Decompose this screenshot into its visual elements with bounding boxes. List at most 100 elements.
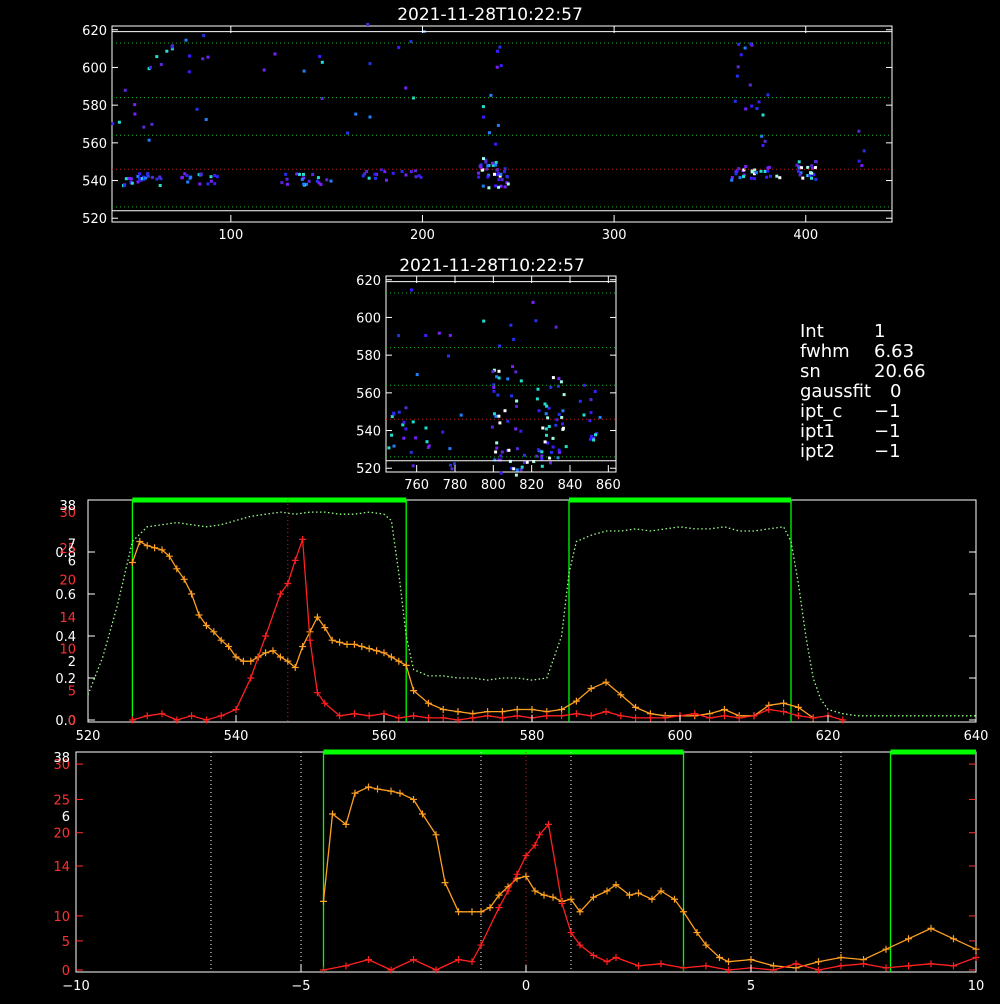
data-point-mark [603, 958, 611, 966]
image-pixel [759, 169, 763, 173]
image-pixel [262, 68, 266, 72]
image-pixel [540, 464, 544, 468]
data-point-mark [143, 712, 151, 720]
image-pixel [410, 288, 413, 292]
image-pixel [498, 421, 502, 425]
image-pixel [124, 177, 128, 181]
plot2-x-ticks: −10 −5 0 5 10 [62, 965, 984, 994]
image-pixel [766, 169, 770, 173]
info-row: sn 20.66 [800, 362, 926, 382]
data-point-mark [247, 657, 255, 665]
data-point-mark [528, 706, 536, 713]
top-image-frame [111, 25, 893, 223]
image-pixel [561, 426, 565, 430]
y-tick-label-red: 20 [53, 827, 70, 842]
data-point-mark [702, 962, 710, 970]
image-pixel [325, 178, 329, 182]
top-image-panel: 2021-11-28T10:22:57 520 540 560 580 600 620 1… [82, 5, 893, 243]
image-pixel [523, 460, 526, 464]
x-tick-label: 600 [668, 729, 693, 744]
image-pixel [329, 179, 333, 183]
image-pixel [373, 172, 377, 176]
data-point-mark [747, 956, 755, 964]
image-pixel [511, 365, 514, 369]
image-pixel [459, 413, 463, 417]
y-tick-label-extra: 2 [68, 655, 76, 670]
image-pixel [198, 182, 202, 186]
info-value: 0 [890, 381, 902, 402]
image-pixel [551, 376, 555, 380]
image-pixel [492, 383, 496, 387]
image-pixel [209, 179, 213, 183]
image-pixel [814, 166, 817, 170]
top-image-title: 2021-11-28T10:22:57 [397, 5, 583, 25]
image-pixel [302, 182, 306, 186]
plot1-red-series [128, 535, 847, 724]
y-tick-label: 540 [82, 175, 107, 190]
image-pixel [374, 176, 377, 180]
image-pixel [489, 93, 493, 97]
spectrum-plot-offset: −10 −5 0 5 10 051014202530638 [53, 749, 984, 994]
image-pixel [385, 178, 388, 182]
image-pixel [515, 404, 519, 408]
data-point-mark [402, 661, 410, 669]
image-pixel [763, 170, 767, 173]
data-point-mark [657, 960, 665, 968]
image-pixel [735, 74, 739, 78]
x-tick-label: 560 [372, 729, 397, 744]
image-pixel [159, 63, 163, 66]
image-pixel [505, 174, 509, 178]
image-pixel [186, 180, 190, 184]
image-pixel [541, 426, 545, 430]
image-pixel [127, 176, 131, 180]
image-pixel [545, 433, 548, 437]
image-pixel [320, 97, 324, 100]
image-pixel [499, 471, 503, 475]
data-point-mark [498, 708, 506, 716]
data-point-mark [635, 889, 642, 897]
image-pixel [316, 176, 320, 180]
image-pixel [531, 300, 535, 304]
image-pixel [536, 387, 540, 391]
data-point-mark [950, 962, 957, 970]
image-pixel [557, 412, 561, 416]
image-pixel [367, 176, 371, 180]
data-point-mark [837, 954, 845, 962]
image-pixel [730, 178, 734, 182]
data-point-mark [972, 954, 980, 962]
image-pixel [285, 177, 289, 181]
image-pixel [549, 461, 552, 465]
data-point-mark [396, 789, 404, 797]
image-pixel [346, 131, 349, 135]
image-pixel [449, 463, 452, 467]
y-tick-label-top: 38 [53, 751, 70, 766]
y-tick-label: 600 [82, 61, 107, 76]
x-tick-label: 620 [816, 729, 841, 744]
image-pixel [550, 450, 553, 454]
info-label: Int [800, 321, 824, 342]
image-pixel [582, 413, 586, 417]
image-pixel [295, 172, 299, 176]
data-point-mark [635, 962, 642, 970]
info-value: −1 [874, 441, 901, 462]
y-tick-label-red: 14 [53, 860, 70, 875]
image-pixel [387, 446, 391, 450]
image-pixel [493, 172, 496, 176]
image-pixel [136, 180, 140, 184]
image-pixel [189, 175, 193, 179]
data-point-mark [882, 945, 890, 953]
image-pixel [547, 425, 551, 428]
image-pixel [201, 57, 205, 61]
plot1-frame [87, 499, 977, 723]
spectrum-plot-wavelength: 520 540 560 580 600 620 640 0.00.20.40.60.8051… [55, 497, 988, 744]
data-point-mark [498, 714, 506, 722]
data-point-mark [477, 941, 485, 949]
image-pixel [763, 139, 767, 143]
image-pixel [155, 177, 159, 181]
data-point-mark [612, 954, 620, 962]
image-pixel [492, 385, 496, 389]
image-pixel [561, 422, 564, 426]
image-pixel [549, 385, 553, 389]
plot2-orange-series [320, 783, 980, 972]
image-pixel [302, 69, 306, 73]
